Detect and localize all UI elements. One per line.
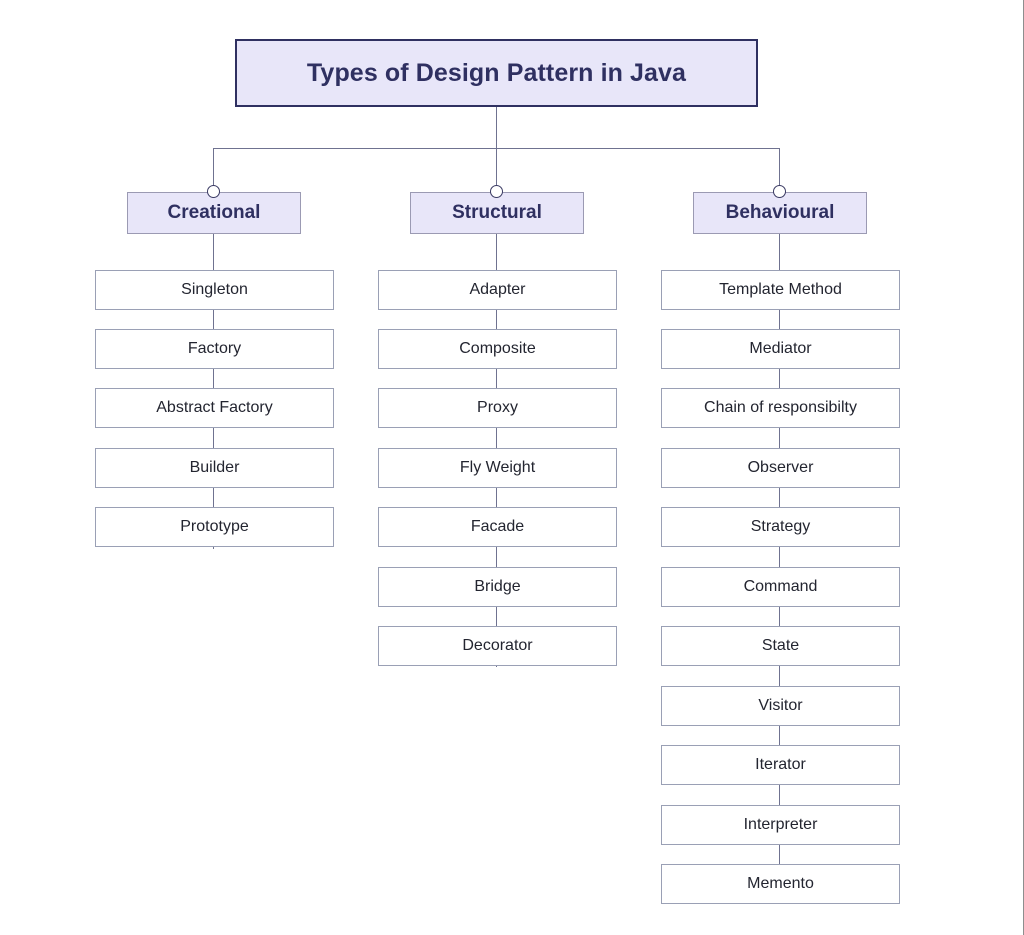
connector-root-stem xyxy=(496,107,498,149)
item-behavioural-template-method[interactable]: Template Method xyxy=(661,270,900,310)
item-behavioural-iterator[interactable]: Iterator xyxy=(661,745,900,785)
item-label: Iterator xyxy=(755,756,806,773)
item-label: Fly Weight xyxy=(459,459,536,476)
category-label: Creational xyxy=(167,202,261,223)
item-behavioural-mediator[interactable]: Mediator xyxy=(661,329,900,369)
item-behavioural-visitor[interactable]: Visitor xyxy=(661,686,900,726)
diagram-title-box: Types of Design Pattern in Java xyxy=(235,39,758,107)
item-creational-builder[interactable]: Builder xyxy=(95,448,334,488)
item-label: Abstract Factory xyxy=(156,399,273,416)
category-label: Behavioural xyxy=(725,202,835,223)
item-label: Template Method xyxy=(719,281,842,298)
item-behavioural-chain-of-responsibility[interactable]: Chain of responsibilty xyxy=(661,388,900,428)
item-structural-composite[interactable]: Composite xyxy=(378,329,617,369)
item-label: Proxy xyxy=(477,399,518,416)
item-label: Decorator xyxy=(462,637,533,654)
item-structural-facade[interactable]: Facade xyxy=(378,507,617,547)
item-label: Chain of responsibilty xyxy=(704,399,857,416)
item-behavioural-memento[interactable]: Memento xyxy=(661,864,900,904)
item-label: Facade xyxy=(470,518,525,535)
item-creational-singleton[interactable]: Singleton xyxy=(95,270,334,310)
category-creational[interactable]: Creational xyxy=(127,192,301,234)
item-behavioural-interpreter[interactable]: Interpreter xyxy=(661,805,900,845)
node-dot-structural xyxy=(490,185,503,198)
item-behavioural-strategy[interactable]: Strategy xyxy=(661,507,900,547)
item-label: Factory xyxy=(187,340,242,357)
item-label: State xyxy=(761,637,800,654)
item-label: Singleton xyxy=(181,281,248,298)
item-behavioural-observer[interactable]: Observer xyxy=(661,448,900,488)
item-structural-proxy[interactable]: Proxy xyxy=(378,388,617,428)
node-dot-behavioural xyxy=(773,185,786,198)
diagram-canvas: Types of Design Pattern in Java Creation… xyxy=(0,0,1024,935)
item-structural-bridge[interactable]: Bridge xyxy=(378,567,617,607)
item-creational-prototype[interactable]: Prototype xyxy=(95,507,334,547)
item-label: Builder xyxy=(189,459,240,476)
item-creational-factory[interactable]: Factory xyxy=(95,329,334,369)
item-structural-decorator[interactable]: Decorator xyxy=(378,626,617,666)
node-dot-creational xyxy=(207,185,220,198)
item-label: Bridge xyxy=(474,578,521,595)
item-behavioural-command[interactable]: Command xyxy=(661,567,900,607)
page-title: Types of Design Pattern in Java xyxy=(306,58,687,87)
item-label: Memento xyxy=(747,875,814,892)
item-structural-fly-weight[interactable]: Fly Weight xyxy=(378,448,617,488)
category-behavioural[interactable]: Behavioural xyxy=(693,192,867,234)
category-structural[interactable]: Structural xyxy=(410,192,584,234)
item-behavioural-state[interactable]: State xyxy=(661,626,900,666)
item-label: Composite xyxy=(459,340,536,357)
item-label: Mediator xyxy=(749,340,812,357)
item-structural-adapter[interactable]: Adapter xyxy=(378,270,617,310)
item-label: Command xyxy=(743,578,818,595)
category-label: Structural xyxy=(452,202,542,223)
item-label: Adapter xyxy=(469,281,526,298)
item-label: Observer xyxy=(747,459,814,476)
item-label: Prototype xyxy=(180,518,249,535)
item-creational-abstract-factory[interactable]: Abstract Factory xyxy=(95,388,334,428)
item-label: Strategy xyxy=(750,518,811,535)
item-label: Visitor xyxy=(758,697,803,714)
item-label: Interpreter xyxy=(743,816,818,833)
